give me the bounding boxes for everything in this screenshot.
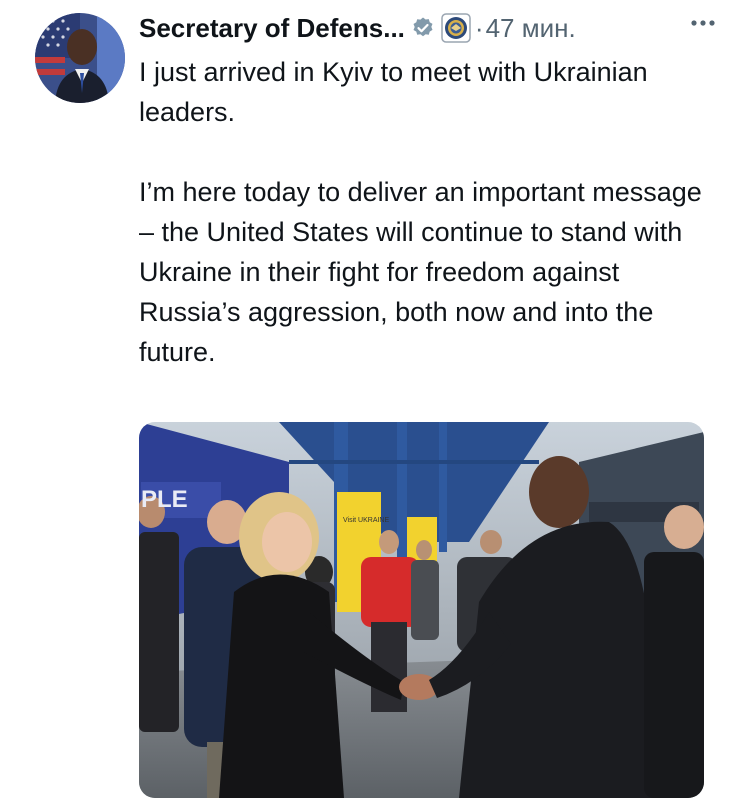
more-options-icon[interactable] <box>686 8 720 38</box>
author-avatar[interactable] <box>35 13 125 103</box>
photo-image: PLE Visit UKRAINE <box>139 422 704 798</box>
wall-sign-text: PLE <box>141 486 188 513</box>
header-separator: · <box>474 12 484 43</box>
tweet-photo[interactable]: PLE Visit UKRAINE <box>139 422 704 798</box>
tweet-text: I just arrived in Kyiv to meet with Ukra… <box>139 57 702 367</box>
author-name[interactable]: Secretary of Defens... <box>139 13 405 44</box>
poster-text: Visit UKRAINE <box>343 517 389 524</box>
avatar-image <box>35 13 125 103</box>
tweet-timestamp[interactable]: 47 мин. <box>486 13 576 44</box>
tweet-header: Secretary of Defens... · 47 мин. <box>139 8 722 48</box>
verified-badge-icon[interactable] <box>411 16 435 40</box>
department-seal-icon[interactable] <box>441 13 471 43</box>
